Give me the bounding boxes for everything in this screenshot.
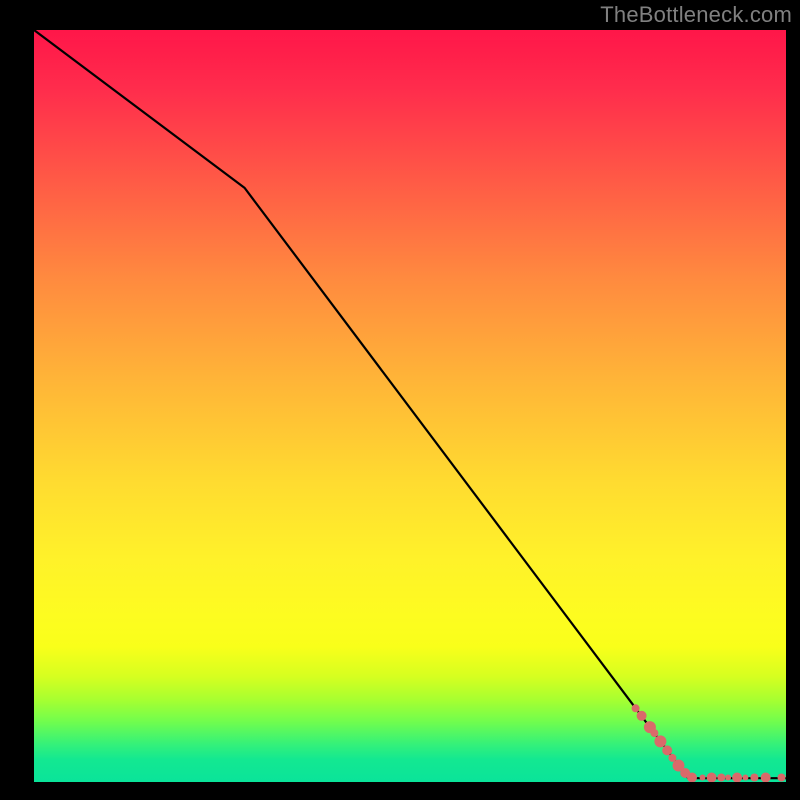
scatter-point (761, 773, 771, 783)
scatter-markers (632, 704, 786, 782)
plot-area (34, 30, 786, 782)
scatter-point (700, 775, 706, 781)
chart-frame: TheBottleneck.com (0, 0, 800, 800)
chart-overlay (34, 30, 786, 782)
scatter-point (742, 775, 748, 781)
scatter-point (750, 774, 758, 782)
scatter-point (778, 774, 786, 782)
scatter-point (732, 773, 742, 783)
scatter-point (637, 711, 647, 721)
scatter-point (654, 735, 666, 747)
scatter-point (725, 775, 731, 781)
watermark-text: TheBottleneck.com (600, 2, 792, 28)
scatter-point (717, 774, 725, 782)
scatter-point (662, 745, 672, 755)
scatter-point (632, 704, 640, 712)
scatter-point (650, 729, 658, 737)
scatter-point (707, 773, 717, 783)
curve-line (34, 30, 786, 778)
